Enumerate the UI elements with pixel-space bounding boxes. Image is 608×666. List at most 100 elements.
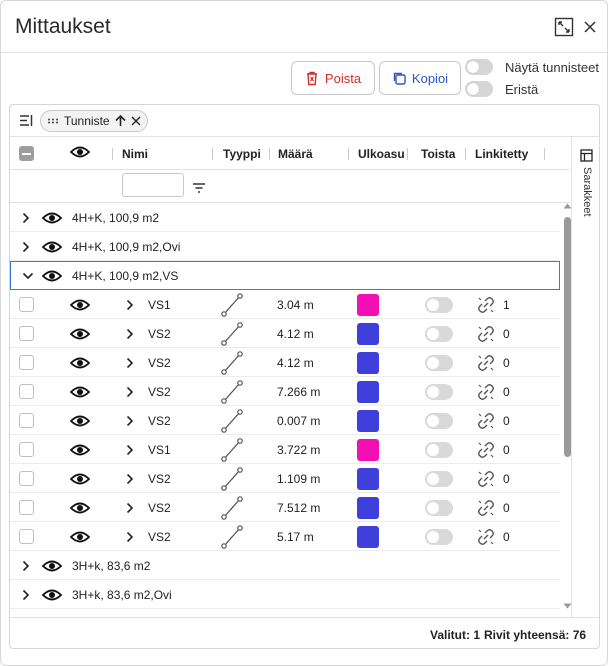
repeat-toggle[interactable] <box>425 528 453 545</box>
repeat-toggle[interactable] <box>425 470 453 487</box>
row-checkbox-cell[interactable] <box>19 493 34 522</box>
row-checkbox[interactable] <box>19 529 34 544</box>
chevron-right-icon[interactable] <box>126 464 134 493</box>
chevron-right-icon[interactable] <box>22 203 30 232</box>
eye-icon[interactable] <box>42 232 62 261</box>
repeat-cell[interactable] <box>425 464 453 493</box>
row-checkbox[interactable] <box>19 384 34 399</box>
row-checkbox[interactable] <box>19 355 34 370</box>
delete-button[interactable]: Poista <box>291 61 375 95</box>
repeat-toggle[interactable] <box>425 412 453 429</box>
appearance-cell[interactable] <box>357 406 379 435</box>
row-checkbox[interactable] <box>19 297 34 312</box>
color-swatch[interactable] <box>357 496 379 519</box>
link-icon[interactable] <box>476 406 496 435</box>
table-row[interactable]: VS2 5.17 m 0 <box>10 522 560 551</box>
column-separator[interactable] <box>348 148 349 160</box>
appearance-cell[interactable] <box>357 464 379 493</box>
row-checkbox-cell[interactable] <box>19 290 34 319</box>
group-row[interactable]: 3H+k, 83,6 m2 <box>10 551 560 580</box>
appearance-cell[interactable] <box>357 290 379 319</box>
eye-icon[interactable] <box>42 551 62 580</box>
repeat-cell[interactable] <box>425 290 453 319</box>
eye-icon[interactable] <box>70 290 90 319</box>
repeat-cell[interactable] <box>425 377 453 406</box>
eye-icon[interactable] <box>42 262 62 289</box>
remove-chip-icon[interactable] <box>131 116 141 126</box>
repeat-toggle[interactable] <box>425 296 453 313</box>
color-swatch[interactable] <box>357 380 379 403</box>
appearance-cell[interactable] <box>357 493 379 522</box>
eye-icon[interactable] <box>70 435 90 464</box>
link-icon[interactable] <box>476 493 496 522</box>
table-row[interactable]: VS1 3.04 m 1 <box>10 290 560 319</box>
row-checkbox[interactable] <box>19 442 34 457</box>
repeat-toggle[interactable] <box>425 441 453 458</box>
color-swatch[interactable] <box>357 525 379 548</box>
color-swatch[interactable] <box>357 351 379 374</box>
eye-icon[interactable] <box>70 348 90 377</box>
table-row[interactable]: VS2 7.266 m 0 <box>10 377 560 406</box>
row-checkbox[interactable] <box>19 326 34 341</box>
eye-icon[interactable] <box>70 406 90 435</box>
repeat-toggle[interactable] <box>425 354 453 371</box>
col-appearance-header[interactable]: Ulkoasu <box>358 147 405 161</box>
isolate-toggle[interactable] <box>465 81 493 97</box>
chevron-right-icon[interactable] <box>22 551 30 580</box>
link-icon[interactable] <box>476 319 496 348</box>
chevron-right-icon[interactable] <box>22 232 30 261</box>
row-checkbox[interactable] <box>19 413 34 428</box>
copy-button[interactable]: Kopioi <box>379 61 461 95</box>
appearance-cell[interactable] <box>357 377 379 406</box>
repeat-cell[interactable] <box>425 522 453 551</box>
columns-side-panel[interactable]: Sarakkeet <box>571 137 599 617</box>
repeat-toggle[interactable] <box>425 325 453 342</box>
row-checkbox-cell[interactable] <box>19 522 34 551</box>
group-row-expanded[interactable]: 4H+K, 100,9 m2,VS <box>10 261 560 290</box>
col-amount-header[interactable]: Määrä <box>278 147 313 161</box>
column-separator[interactable] <box>112 148 113 160</box>
select-all-checkbox[interactable] <box>19 146 34 161</box>
repeat-toggle[interactable] <box>425 383 453 400</box>
repeat-cell[interactable] <box>425 406 453 435</box>
column-separator[interactable] <box>465 148 466 160</box>
color-swatch[interactable] <box>357 438 379 461</box>
eye-icon[interactable] <box>70 522 90 551</box>
row-checkbox[interactable] <box>19 500 34 515</box>
table-row[interactable]: VS2 1.109 m 0 <box>10 464 560 493</box>
sort-ascending-icon[interactable] <box>115 115 126 127</box>
chevron-right-icon[interactable] <box>126 348 134 377</box>
repeat-cell[interactable] <box>425 435 453 464</box>
chevron-right-icon[interactable] <box>126 406 134 435</box>
table-row[interactable]: VS1 3.722 m 0 <box>10 435 560 464</box>
table-row[interactable]: VS2 4.12 m 0 <box>10 319 560 348</box>
group-row[interactable]: 4H+K, 100,9 m2,Ovi <box>10 232 560 261</box>
appearance-cell[interactable] <box>357 348 379 377</box>
row-checkbox-cell[interactable] <box>19 464 34 493</box>
chevron-right-icon[interactable] <box>22 580 30 609</box>
drag-handle-icon[interactable] <box>47 118 59 124</box>
repeat-toggle[interactable] <box>425 499 453 516</box>
color-swatch[interactable] <box>357 467 379 490</box>
eye-icon[interactable] <box>70 464 90 493</box>
eye-icon[interactable] <box>70 493 90 522</box>
group-row[interactable]: 3H+k, 83,6 m2,Ovi <box>10 580 560 609</box>
eye-icon[interactable] <box>42 203 62 232</box>
name-filter-input[interactable] <box>122 173 184 197</box>
row-checkbox-cell[interactable] <box>19 319 34 348</box>
row-checkbox-cell[interactable] <box>19 406 34 435</box>
chevron-right-icon[interactable] <box>126 522 134 551</box>
scrollbar-thumb[interactable] <box>564 217 571 457</box>
appearance-cell[interactable] <box>357 522 379 551</box>
row-checkbox-cell[interactable] <box>19 435 34 464</box>
eye-icon[interactable] <box>42 580 62 609</box>
repeat-cell[interactable] <box>425 348 453 377</box>
repeat-cell[interactable] <box>425 319 453 348</box>
group-by-icon[interactable] <box>19 114 33 132</box>
link-icon[interactable] <box>476 464 496 493</box>
link-icon[interactable] <box>476 522 496 551</box>
color-swatch[interactable] <box>357 322 379 345</box>
column-separator[interactable] <box>544 148 545 160</box>
appearance-cell[interactable] <box>357 435 379 464</box>
eye-icon[interactable] <box>70 319 90 348</box>
